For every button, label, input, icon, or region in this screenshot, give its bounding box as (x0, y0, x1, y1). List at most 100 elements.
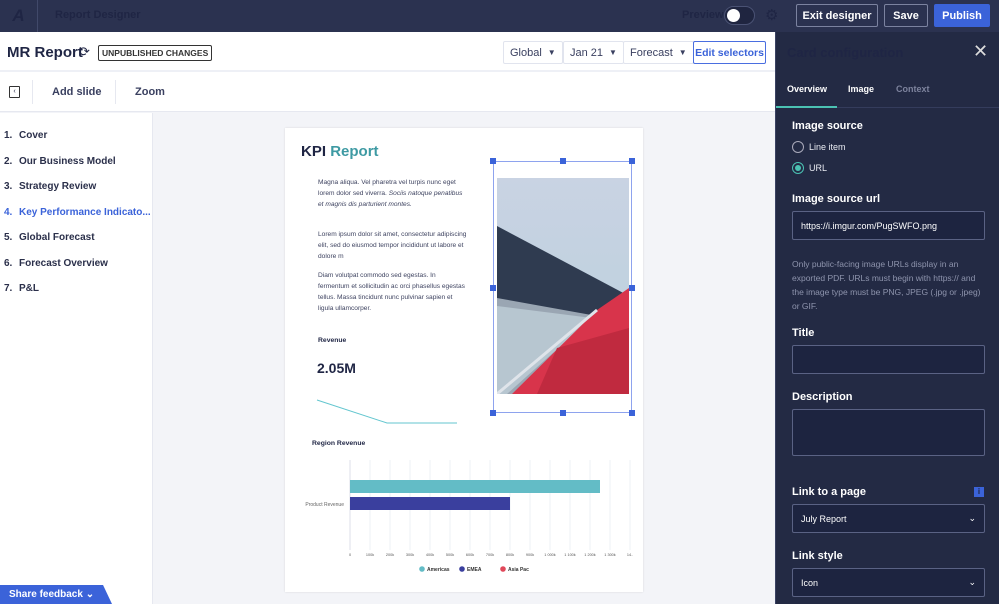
slide-label: Strategy Review (19, 181, 97, 192)
slide-label: Key Performance Indicato... (19, 206, 151, 218)
zoom-button[interactable]: Zoom (135, 86, 165, 98)
slide-title[interactable]: KPI Report (301, 143, 379, 160)
description-textarea[interactable] (792, 409, 985, 456)
legend-marker (419, 566, 425, 572)
resize-handle[interactable] (560, 158, 566, 164)
y-category-label: Product Revenue (305, 502, 344, 508)
slide-label: Forecast Overview (19, 257, 108, 269)
region-revenue-chart: 0 100k 200k 300k 400k 500k 600k 700k 800k 900k 1 0… (305, 460, 633, 573)
share-feedback-button[interactable]: Share feedback ⌄ (0, 585, 112, 604)
image-url-label: Image source url (792, 193, 881, 205)
title-input[interactable] (792, 345, 985, 374)
x-tick-label: 500k (446, 553, 454, 557)
exit-designer-button[interactable]: Exit designer (796, 4, 878, 27)
publish-button[interactable]: Publish (934, 4, 990, 27)
active-tab-indicator (776, 106, 837, 108)
slide-list-item[interactable]: 1. Cover (4, 130, 47, 141)
selector-label: Global (510, 46, 542, 59)
gear-icon[interactable]: ⚙ (765, 6, 778, 24)
chevron-down-icon: ▼ (678, 48, 687, 57)
x-tick-label: 400k (426, 553, 434, 557)
x-tick-label: 700k (486, 553, 494, 557)
info-icon[interactable]: i (974, 487, 984, 497)
legend-label: Americas (427, 567, 450, 573)
preview-label: Preview (682, 9, 724, 21)
selector-global[interactable]: Global ▼ (503, 41, 563, 64)
slide-label: Cover (19, 130, 48, 141)
preview-toggle[interactable] (724, 6, 755, 25)
tab-image[interactable]: Image (848, 84, 874, 94)
title-part: KPI (301, 143, 327, 160)
slide-number: 2. (4, 155, 13, 167)
refresh-icon[interactable]: ⟳ (79, 44, 90, 60)
x-tick-label: 200k (386, 553, 394, 557)
x-tick-label: 900k (526, 553, 534, 557)
slide-list-item[interactable]: 7. P&L (4, 283, 39, 294)
slide-number: 7. (4, 283, 13, 294)
x-tick-label: 1 300k (604, 553, 616, 557)
slide-label: Global Forecast (19, 232, 95, 243)
resize-handle[interactable] (629, 410, 635, 416)
app-title: Report Designer (55, 9, 141, 21)
slide-number: 6. (4, 257, 13, 269)
report-title: MR Report (7, 44, 83, 61)
tab-context[interactable]: Context (896, 84, 930, 94)
resize-handle[interactable] (490, 410, 496, 416)
legend-label: EMEA (467, 567, 482, 573)
edit-selectors-button[interactable]: Edit selectors (693, 41, 766, 64)
title-accent: Report (330, 143, 379, 160)
radio-line-item[interactable] (792, 141, 804, 153)
resize-handle[interactable] (490, 285, 496, 291)
chevron-down-icon: ▼ (547, 48, 556, 57)
tab-overview[interactable]: Overview (787, 84, 827, 94)
resize-handle[interactable] (490, 158, 496, 164)
building-photo (497, 178, 629, 394)
description-label: Description (792, 391, 853, 403)
close-icon[interactable]: ✕ (973, 41, 988, 62)
slide-number: 4. (4, 206, 13, 218)
panel-toggle-icon[interactable]: ‹ (9, 86, 20, 98)
chevron-down-icon: ⌄ (968, 577, 976, 587)
link-page-select[interactable]: July Report ⌄ (792, 504, 985, 533)
app-logo[interactable]: A (0, 0, 38, 32)
image-source-label: Image source (792, 120, 863, 132)
resize-handle[interactable] (629, 158, 635, 164)
paragraph-1[interactable]: Magna aliqua. Vel pharetra vel turpis nu… (318, 177, 468, 210)
x-tick-label: 1 200k (584, 553, 596, 557)
slide-number: 3. (4, 181, 13, 192)
divider (32, 80, 33, 104)
slide-list-item[interactable]: 5. Global Forecast (4, 232, 95, 243)
slide-list-item[interactable]: 2. Our Business Model (4, 156, 116, 167)
sparkline-line (316, 399, 457, 424)
selector-scenario[interactable]: Forecast ▼ (623, 41, 694, 64)
input-value: https://i.imgur.com/PugSWFO.png (801, 220, 938, 231)
paragraph-2[interactable]: Lorem ipsum dolor sit amet, consectetur … (318, 229, 468, 262)
selector-period[interactable]: Jan 21 ▼ (563, 41, 624, 64)
revenue-label: Revenue (318, 337, 347, 344)
revenue-value: 2.05M (317, 360, 356, 376)
slide-number: 5. (4, 232, 13, 243)
image-url-input[interactable]: https://i.imgur.com/PugSWFO.png (792, 211, 985, 240)
resize-handle[interactable] (560, 410, 566, 416)
x-tick-label: 100k (366, 553, 374, 557)
paragraph-3[interactable]: Diam volutpat commodo sed egestas. In fe… (318, 270, 468, 314)
bar-emea (350, 497, 510, 510)
status-badge: UNPUBLISHED CHANGES (98, 45, 213, 61)
x-tick-label: 300k (406, 553, 414, 557)
link-style-select[interactable]: Icon ⌄ (792, 568, 985, 597)
radio-url[interactable] (792, 162, 804, 174)
legend-marker (459, 566, 465, 572)
x-tick-label: 0 (349, 553, 351, 557)
resize-handle[interactable] (629, 285, 635, 291)
slide-list-item[interactable]: 4. Key Performance Indicato... (4, 207, 151, 218)
add-slide-button[interactable]: Add slide (52, 86, 102, 98)
toolbar (0, 72, 775, 112)
slide-list-item[interactable]: 3. Strategy Review (4, 181, 96, 192)
select-value: July Report (801, 513, 847, 524)
save-button[interactable]: Save (884, 4, 928, 27)
legend-label: Asia Pac (508, 567, 529, 573)
bar-americas (350, 480, 600, 493)
x-tick-label: 14.. (627, 553, 633, 557)
slide-list-item[interactable]: 6. Forecast Overview (4, 258, 108, 269)
x-tick-label: 1 000k (544, 553, 556, 557)
